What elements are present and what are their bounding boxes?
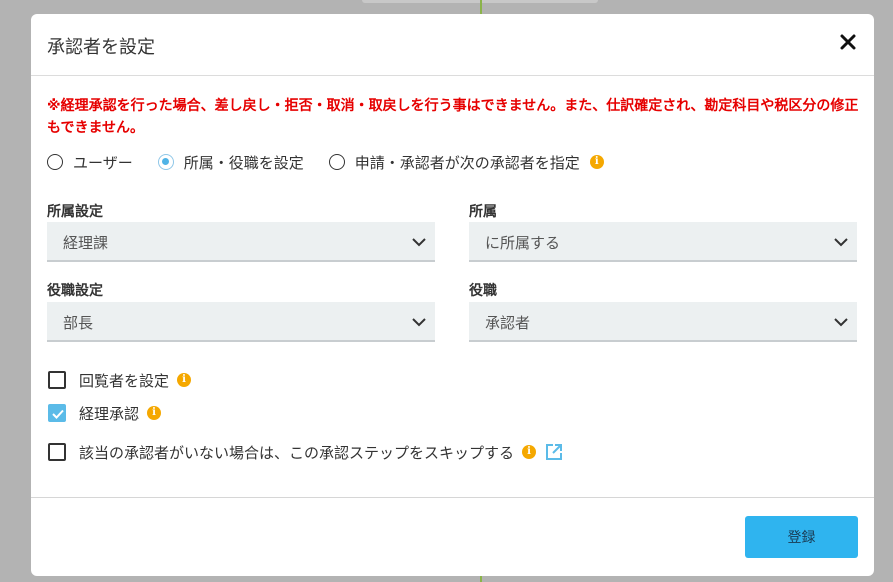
accounting-approval-row[interactable]: 経理承認 i — [48, 402, 162, 424]
position-setting-select[interactable]: 部長 — [47, 302, 435, 342]
accounting-approval-warning: ※経理承認を行った場合、差し戻し・拒否・取消・取戻しを行う事はできません。また、… — [47, 98, 859, 136]
approver-settings-modal: 承認者を設定 ※経理承認を行った場合、差し戻し・拒否・取消・取戻しを行う事はでき… — [31, 14, 874, 576]
info-icon[interactable]: i — [522, 445, 537, 459]
radio-label: 申請・承認者が次の承認者を指定 — [354, 153, 580, 172]
accounting-approval-label: 経理承認 — [79, 404, 140, 423]
radio-button-selected[interactable] — [157, 154, 174, 170]
chevron-down-icon — [412, 318, 426, 327]
accounting-approval-checkbox[interactable] — [48, 404, 66, 422]
position-select[interactable]: 承認者 — [469, 302, 857, 342]
department-setting-select[interactable]: 経理課 — [47, 222, 435, 262]
background-connector-line — [480, 0, 482, 14]
radio-label: ユーザー — [73, 153, 133, 172]
background-connector-line — [480, 576, 482, 582]
register-button[interactable]: 登録 — [745, 516, 858, 558]
info-icon[interactable]: i — [147, 406, 162, 420]
chevron-down-icon — [834, 238, 848, 247]
close-icon[interactable] — [838, 32, 858, 52]
position-setting-label: 役職設定 — [47, 283, 103, 299]
department-setting-label: 所属設定 — [47, 204, 103, 220]
skip-step-checkbox[interactable] — [48, 443, 66, 461]
department-label: 所属 — [469, 204, 497, 220]
footer-divider — [31, 497, 874, 498]
skip-step-row[interactable]: 該当の承認者がいない場合は、この承認ステップをスキップする i — [48, 441, 564, 463]
select-value: 承認者 — [485, 314, 531, 332]
department-select[interactable]: に所属する — [469, 222, 857, 262]
viewer-setting-label: 回覧者を設定 — [79, 371, 170, 390]
approver-type-radio-group: ユーザー 所属・役職を設定 申請・承認者が次の承認者を指定 i — [47, 151, 604, 173]
select-value: 経理課 — [63, 234, 109, 252]
radio-option-user[interactable]: ユーザー — [47, 152, 133, 173]
radio-label: 所属・役職を設定 — [183, 153, 304, 172]
chevron-down-icon — [834, 318, 848, 327]
select-value: 部長 — [63, 314, 94, 332]
checkmark-icon — [52, 409, 64, 419]
info-icon[interactable]: i — [177, 373, 192, 387]
external-link-icon[interactable] — [544, 442, 564, 462]
modal-header: 承認者を設定 — [31, 14, 874, 76]
skip-step-label: 該当の承認者がいない場合は、この承認ステップをスキップする — [79, 443, 515, 462]
radio-button[interactable] — [328, 154, 345, 170]
radio-option-next-approver[interactable]: 申請・承認者が次の承認者を指定 — [328, 152, 580, 173]
viewer-setting-checkbox[interactable] — [48, 371, 66, 389]
info-icon[interactable]: i — [589, 155, 604, 169]
chevron-down-icon — [412, 238, 426, 247]
radio-option-department-position[interactable]: 所属・役職を設定 — [157, 152, 304, 173]
radio-button[interactable] — [47, 154, 63, 170]
viewer-setting-row[interactable]: 回覧者を設定 i — [48, 369, 192, 391]
select-value: に所属する — [485, 234, 561, 252]
position-label: 役職 — [469, 283, 497, 299]
modal-title: 承認者を設定 — [47, 37, 155, 58]
